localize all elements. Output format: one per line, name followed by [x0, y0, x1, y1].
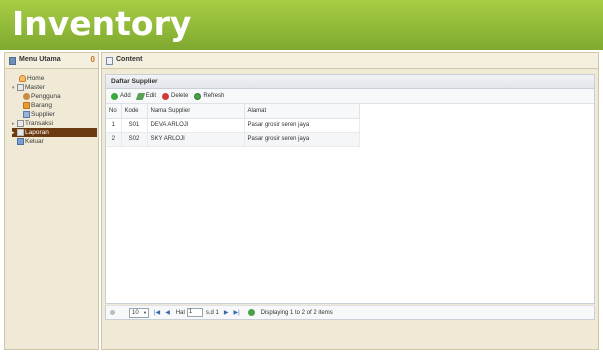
refresh-icon	[194, 92, 202, 100]
add-button[interactable]: Add	[111, 92, 131, 100]
column-header-nama[interactable]: Nama Supplier	[147, 104, 245, 119]
table-header-row: No Kode Nama Supplier Alamat	[106, 104, 360, 119]
cell-kode: S02	[121, 132, 148, 147]
user-icon	[23, 93, 30, 100]
last-page-button[interactable]: ▶|	[233, 309, 239, 316]
tree-item-label: Supplier	[31, 111, 55, 118]
pencil-icon	[135, 92, 145, 100]
cell-no: 2	[106, 132, 122, 147]
folder-icon	[17, 129, 24, 136]
column-header-alamat[interactable]: Alamat	[244, 104, 360, 119]
delete-button-label: Delete	[171, 93, 189, 99]
column-header-no[interactable]: No	[106, 104, 122, 119]
tree-item-pengguna[interactable]: Pengguna	[23, 92, 61, 101]
tree-item-laporan[interactable]: ▸ Laporan	[12, 128, 97, 137]
supplier-table: No Kode Nama Supplier Alamat 1 S01 DEVA …	[106, 104, 360, 147]
home-icon	[19, 75, 26, 82]
menu-panel-icon	[9, 57, 16, 65]
tree-item-barang[interactable]: Barang	[23, 101, 52, 110]
panel-collapse-icon[interactable]: 0	[91, 55, 95, 64]
app-header: Inventory	[0, 0, 603, 50]
pager-handle-icon	[110, 310, 115, 315]
tree-item-label: Barang	[31, 102, 52, 109]
page-of-label: s.d 1	[205, 309, 219, 316]
tree-item-transaksi[interactable]: ▸ Transaksi	[12, 119, 53, 128]
supplier-grid-panel: Daftar Supplier Add Edit Delete Refresh	[105, 74, 595, 304]
table-row[interactable]: 1 S01 DEVA ARLOJI Pasar grosir seren jay…	[106, 118, 360, 133]
tree-item-label: Pengguna	[31, 93, 61, 100]
cell-no: 1	[106, 118, 122, 133]
content-tab-title[interactable]: Content	[116, 56, 142, 63]
supplier-icon	[23, 111, 30, 118]
cell-kode: S01	[121, 118, 148, 133]
tree-item-supplier[interactable]: Supplier	[23, 110, 55, 119]
content-tab-icon	[106, 57, 113, 65]
add-icon	[111, 92, 118, 100]
tree-item-master[interactable]: ▾ Master	[12, 83, 45, 92]
tree-item-label: Laporan	[25, 129, 49, 136]
cell-alamat: Pasar grosir seren jaya	[244, 118, 360, 133]
tree-item-home[interactable]: Home	[19, 74, 44, 83]
tree-item-label: Transaksi	[25, 120, 53, 127]
page-label: Hal	[175, 309, 185, 316]
edit-button-label: Edit	[145, 93, 157, 99]
cell-nama: DEVA ARLOJI	[147, 118, 245, 133]
prev-page-button[interactable]: ◀	[165, 309, 170, 316]
next-page-button[interactable]: ▶	[224, 309, 229, 316]
grid-title: Daftar Supplier	[106, 75, 594, 89]
delete-button[interactable]: Delete	[162, 92, 189, 100]
left-panel-header: Menu Utama 0	[5, 53, 98, 69]
grid-toolbar: Add Edit Delete Refresh	[106, 89, 594, 104]
folder-icon	[17, 84, 24, 91]
tree-item-keluar[interactable]: Keluar	[17, 137, 44, 146]
refresh-button[interactable]: Refresh	[194, 92, 225, 100]
folder-icon	[17, 120, 24, 127]
content-panel: Content Daftar Supplier Add Edit Delete …	[101, 52, 599, 350]
column-header-kode[interactable]: Kode	[121, 104, 148, 119]
table-row[interactable]: 2 S02 SKY ARLOJI Pasar grosir seren jaya	[106, 132, 360, 147]
delete-icon	[162, 92, 170, 100]
left-panel-title: Menu Utama	[19, 56, 61, 63]
tree-item-label: Master	[25, 84, 45, 91]
add-button-label: Add	[120, 93, 131, 99]
exit-icon	[17, 138, 24, 145]
cell-nama: SKY ARLOJI	[147, 132, 245, 147]
page-number-input[interactable]: 1	[186, 308, 203, 317]
pager-refresh-icon[interactable]	[247, 309, 255, 316]
pager-status: Displaying 1 to 2 of 2 items	[260, 309, 333, 316]
edit-button[interactable]: Edit	[135, 92, 157, 100]
cell-alamat: Pasar grosir seren jaya	[244, 132, 360, 147]
box-icon	[23, 102, 30, 109]
content-tab-bar: Content	[102, 53, 598, 69]
grid-pager: 10 |◀ ◀ Hal 1 s.d 1 ▶ ▶| Displaying 1 to…	[105, 305, 595, 320]
tree-item-label: Keluar	[25, 138, 44, 145]
app-title: Inventory	[12, 4, 192, 43]
first-page-button[interactable]: |◀	[154, 309, 160, 316]
left-panel-menu-utama: Menu Utama 0 Home ▾ Master Pengguna Bara…	[4, 52, 99, 350]
tree-item-label: Home	[27, 75, 45, 82]
page-size-select[interactable]: 10	[129, 307, 149, 318]
refresh-button-label: Refresh	[203, 93, 225, 99]
